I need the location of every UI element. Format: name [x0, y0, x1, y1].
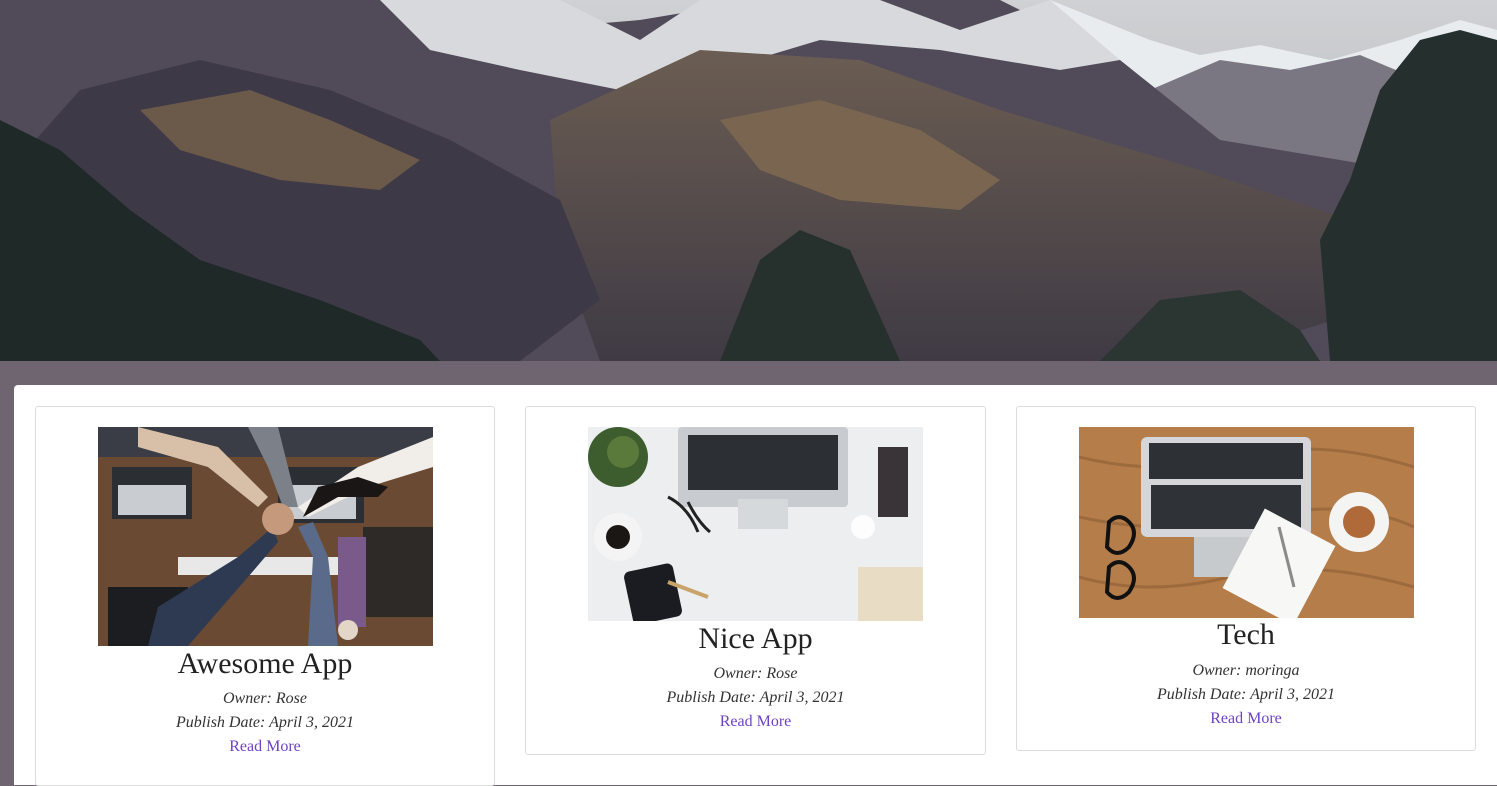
- read-more-link[interactable]: Read More: [1017, 707, 1475, 731]
- project-publish-date: Publish Date: April 3, 2021: [1157, 686, 1335, 703]
- project-publish-date: Publish Date: April 3, 2021: [176, 714, 354, 731]
- mountain-landscape-image: [0, 0, 1497, 361]
- hero-banner: [0, 0, 1497, 361]
- project-owner: Owner: Rose: [223, 690, 307, 707]
- project-title: Nice App: [698, 622, 813, 655]
- project-card: Awesome App Owner: Rose Publish Date: Ap…: [35, 406, 495, 786]
- wood-desk-laptop-coffee-image: [1079, 427, 1414, 618]
- project-publish-date: Publish Date: April 3, 2021: [666, 689, 845, 706]
- read-more-link[interactable]: Read More: [526, 710, 985, 734]
- project-title: Tech: [1217, 618, 1275, 651]
- project-title: Awesome App: [177, 647, 353, 680]
- project-owner: Owner: Rose: [713, 665, 798, 682]
- team-hands-laptops-image: [98, 427, 433, 646]
- project-owner: Owner: moringa: [1192, 662, 1300, 679]
- read-more-link[interactable]: Read More: [36, 735, 494, 759]
- white-desk-laptop-image: [588, 427, 923, 621]
- project-card: Nice App Owner: Rose Publish Date: April…: [525, 406, 986, 755]
- project-card: Tech Owner: moringa Publish Date: April …: [1016, 406, 1476, 751]
- project-image[interactable]: [588, 427, 923, 621]
- project-image[interactable]: [1079, 427, 1414, 618]
- project-image[interactable]: [98, 427, 433, 646]
